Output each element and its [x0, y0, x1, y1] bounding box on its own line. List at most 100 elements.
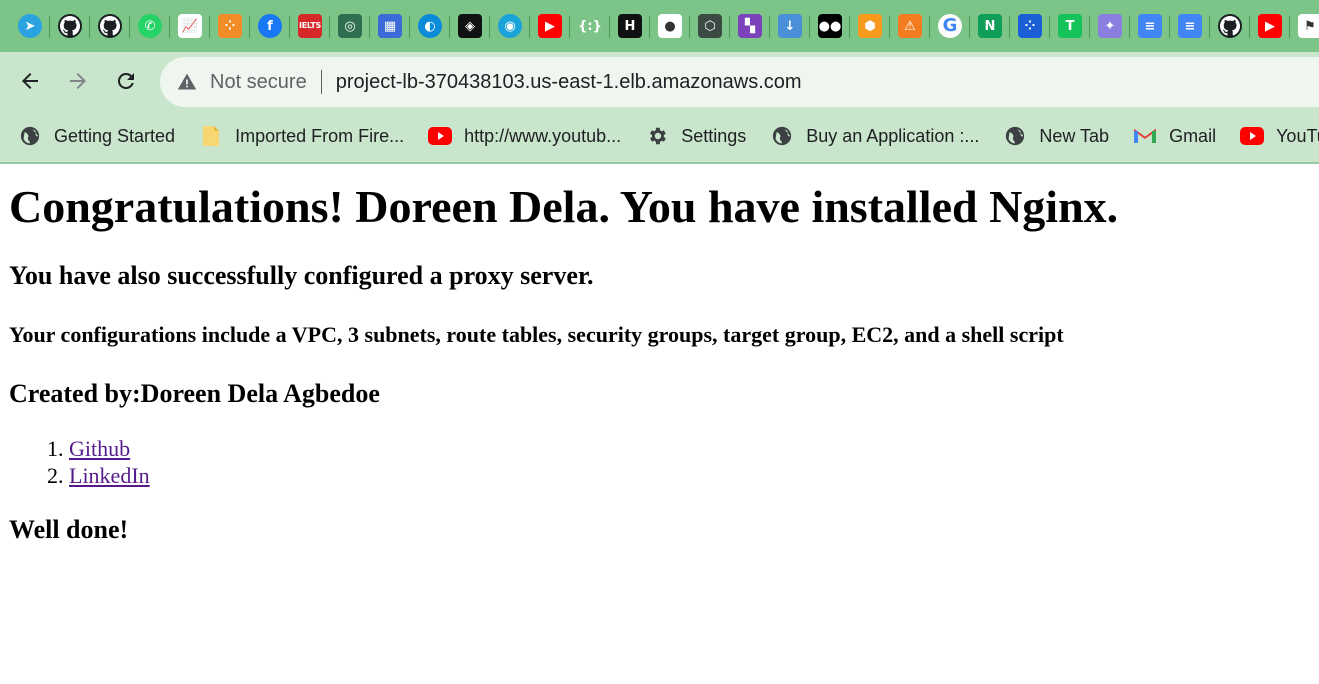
youtube-icon: ▶ [538, 14, 562, 38]
bookmark-item[interactable]: Buy an Application :... [770, 124, 979, 148]
forward-button[interactable] [58, 61, 98, 101]
flag-app-icon: ⚑ [1298, 14, 1319, 38]
bookmark-label: Settings [681, 125, 747, 146]
pinned-tab[interactable]: ▚ [730, 5, 770, 47]
bookmark-item[interactable]: YouTu [1240, 124, 1319, 148]
globe-icon [1003, 124, 1027, 148]
links-list: Github LinkedIn [9, 435, 1309, 489]
pinned-tab[interactable]: ⬡ [690, 5, 730, 47]
youtube-icon [428, 124, 453, 148]
dots-app-icon: ⁘ [218, 14, 242, 38]
whatsapp-icon: ✆ [138, 14, 162, 38]
folder-icon [199, 124, 223, 148]
arrow-left-icon [22, 73, 38, 89]
globe-icon [770, 124, 794, 148]
config-message: Your configurations include a VPC, 3 sub… [9, 322, 1064, 347]
pinned-tab[interactable]: ≡ [1170, 5, 1210, 47]
bookmark-label: New Tab [1039, 125, 1110, 146]
pinned-tab[interactable]: G [930, 5, 970, 47]
google-icon: G [938, 14, 962, 38]
pinned-tab[interactable] [90, 5, 130, 47]
arrow-right-icon [70, 73, 86, 89]
pinned-tab[interactable]: ●● [810, 5, 850, 47]
pinned-tab[interactable]: 📈 [170, 5, 210, 47]
page-heading: Congratulations! Doreen Dela. You have i… [9, 181, 1119, 232]
google-docs-icon: ≡ [1178, 14, 1202, 38]
address-bar[interactable]: Not secure project-lb-370438103.us-east-… [160, 57, 1319, 107]
pinned-tab[interactable]: ✦ [1090, 5, 1130, 47]
download-icon: ↓ [778, 14, 802, 38]
bookmark-label: http://www.youtub... [464, 125, 622, 146]
back-button[interactable] [10, 61, 50, 101]
pinned-tab[interactable]: ⬢ [850, 5, 890, 47]
pinned-tab[interactable]: ⚠ [890, 5, 930, 47]
warning-icon [177, 73, 197, 90]
bookmark-label: Buy an Application :... [806, 125, 980, 146]
pinned-tab[interactable]: ◉ [490, 5, 530, 47]
pinned-tab[interactable]: ▶ [1250, 5, 1290, 47]
bookmark-item[interactable]: http://www.youtub... [428, 124, 621, 148]
gear-icon [645, 124, 669, 148]
security-label[interactable]: Not secure [210, 71, 307, 94]
bookmark-label: YouTu [1276, 125, 1319, 146]
network-icon: ⚠ [898, 14, 922, 38]
green-t-icon: T [1058, 14, 1082, 38]
reload-icon [117, 72, 134, 89]
ninja-icon: ● [658, 14, 682, 38]
sparkle-icon: ✦ [1098, 14, 1122, 38]
pinned-tab[interactable]: f [250, 5, 290, 47]
github-icon [58, 14, 82, 38]
bookmark-item[interactable]: Getting Started [18, 124, 175, 148]
gmail-icon [1133, 124, 1157, 148]
hexagon-icon: ⬡ [698, 14, 722, 38]
hashicorp-icon: H [618, 14, 642, 38]
pinned-tab[interactable]: ◐ [410, 5, 450, 47]
dark-app-icon: ◈ [458, 14, 482, 38]
bookmark-item[interactable]: Gmail [1133, 124, 1216, 148]
list-item: Github [69, 435, 1309, 462]
pinned-tab[interactable]: ◈ [450, 5, 490, 47]
pinned-tab[interactable]: ▦ [370, 5, 410, 47]
pinned-tab[interactable]: ✆ [130, 5, 170, 47]
pinned-tab[interactable]: H [610, 5, 650, 47]
education-icon: ◎ [338, 14, 362, 38]
pinned-tab[interactable]: ● [650, 5, 690, 47]
bookmarks-bar: Getting Started Imported From Fire... http… [0, 110, 1319, 164]
bookmark-label: Getting Started [54, 125, 176, 146]
url-text[interactable]: project-lb-370438103.us-east-1.elb.amazo… [336, 71, 802, 94]
pinned-tab[interactable]: ◎ [330, 5, 370, 47]
browser-toolbar: Not secure project-lb-370438103.us-east-… [0, 52, 1319, 110]
bookmark-item[interactable]: Settings [645, 124, 746, 148]
bookmark-item[interactable]: Imported From Fire... [199, 124, 404, 148]
code-bracket-icon: {:} [578, 14, 602, 38]
globe-icon [18, 124, 42, 148]
youtube-icon [1240, 124, 1265, 148]
pinned-tab[interactable]: ⁘ [210, 5, 250, 47]
pinned-tab[interactable]: ≡ [1130, 5, 1170, 47]
pinned-tab[interactable]: ⁘ [1010, 5, 1050, 47]
google-docs-icon: ≡ [1138, 14, 1162, 38]
pinned-tab[interactable] [1210, 5, 1250, 47]
ielts-icon: IELTS [298, 14, 322, 38]
reload-button[interactable] [106, 61, 146, 101]
pinned-tab[interactable]: {:} [570, 5, 610, 47]
github-icon [1218, 14, 1242, 38]
box-icon: ⬢ [858, 14, 882, 38]
pinned-tab[interactable]: ▶ [530, 5, 570, 47]
tab-strip: ➤ ✆ 📈 ⁘ f IELTS ◎ ▦ ◐ ◈ ◉ ▶ {:} H ● ⬡ ▚ ↓ ●● ⬢ ⚠ G N ⁘ T ✦ ≡ ≡ ▶ ⚑ [0, 0, 1319, 52]
dashboard-icon: ▦ [378, 14, 402, 38]
bookmark-label: Imported From Fire... [235, 125, 405, 146]
github-link[interactable]: Github [69, 436, 130, 461]
pinned-tab[interactable]: ↓ [770, 5, 810, 47]
circle-app-icon: ◉ [498, 14, 522, 38]
well-done-message: Well done! [9, 515, 129, 544]
pinned-tab[interactable]: ➤ [10, 5, 50, 47]
bookmark-item[interactable]: New Tab [1003, 124, 1109, 148]
pinned-tab[interactable] [50, 5, 90, 47]
pinned-tab[interactable]: N [970, 5, 1010, 47]
pinned-tab[interactable]: ⚑ [1290, 5, 1319, 47]
pinned-tab[interactable]: T [1050, 5, 1090, 47]
bookmark-label: Gmail [1169, 125, 1217, 146]
linkedin-link[interactable]: LinkedIn [69, 463, 150, 488]
pinned-tab[interactable]: IELTS [290, 5, 330, 47]
